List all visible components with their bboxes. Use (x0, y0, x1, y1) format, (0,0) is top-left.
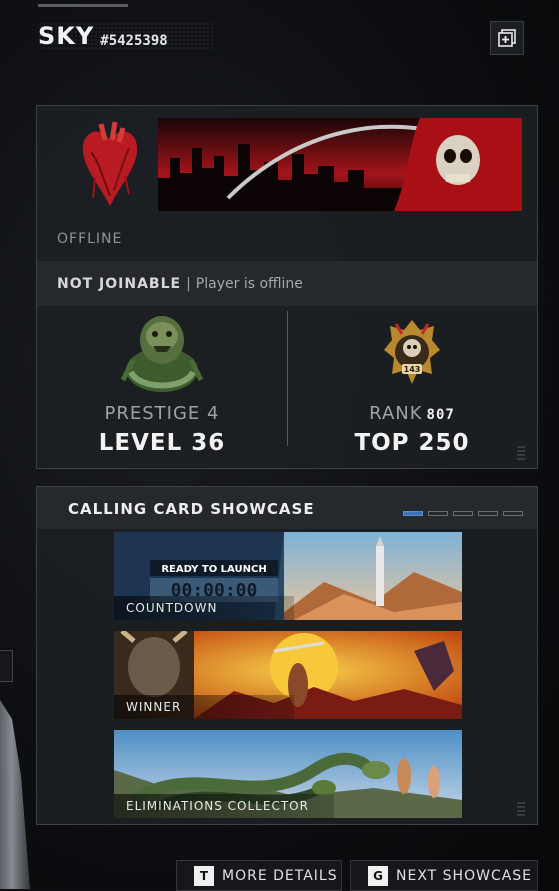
joinable-separator: | (186, 275, 191, 292)
card-label: ELIMINATIONS COLLECTOR (126, 799, 309, 813)
calling-card-showcase-panel: CALLING CARD SHOWCASE READY TO LAUNCH 00… (36, 486, 538, 825)
showcase-header: CALLING CARD SHOWCASE (37, 487, 537, 529)
panel-watermark (517, 800, 525, 816)
rank-badge-icon: 143 (384, 320, 440, 384)
calling-card-eliminations-collector[interactable]: ELIMINATIONS COLLECTOR (114, 730, 462, 818)
pager-dot-2[interactable] (428, 511, 448, 516)
calling-card-winner[interactable]: WINNER (114, 631, 462, 719)
heart-emblem-icon (82, 121, 138, 206)
plus-square-icon (498, 29, 516, 47)
panel-watermark (517, 444, 525, 460)
rank-stat: 143 RANK 807 TOP 250 (287, 306, 537, 466)
card-label: COUNTDOWN (126, 601, 218, 615)
active-tab-indicator (38, 4, 128, 7)
pager-dot-1[interactable] (403, 511, 423, 516)
pager-dot-3[interactable] (453, 511, 473, 516)
prestige-stat: PRESTIGE 4 LEVEL 36 (37, 306, 287, 466)
joinable-detail: Player is offline (195, 275, 303, 292)
next-showcase-button[interactable]: G NEXT SHOWCASE (350, 860, 538, 891)
operator-figure-edge (0, 700, 30, 889)
joinable-label: NOT JOINABLE (57, 275, 182, 292)
joinable-status-bar: NOT JOINABLE | Player is offline (37, 261, 537, 306)
prestige-label: PRESTIGE 4 (104, 403, 220, 424)
showcase-title: CALLING CARD SHOWCASE (68, 500, 315, 518)
player-profile-panel: OFFLINE NOT JOINABLE | Player is offline… (36, 105, 538, 469)
player-stats: PRESTIGE 4 LEVEL 36 143 RANK 807 TOP 250 (37, 306, 537, 468)
player-title: SKY #5425398 (38, 22, 214, 50)
key-hint-g: G (368, 865, 388, 886)
rank-number: 807 (426, 407, 455, 423)
pager-dot-5[interactable] (503, 511, 523, 516)
prestige-serpent-icon (120, 316, 204, 392)
more-details-button[interactable]: T MORE DETAILS (176, 860, 342, 891)
add-friend-button[interactable] (490, 21, 524, 55)
next-showcase-label: NEXT SHOWCASE (396, 867, 533, 884)
player-name: SKY (38, 22, 95, 50)
more-details-label: MORE DETAILS (222, 867, 338, 884)
key-hint-t: T (194, 865, 214, 886)
rank-label: RANK (369, 403, 423, 424)
reaper-banner-image (158, 118, 522, 211)
online-status: OFFLINE (57, 231, 123, 247)
rank-line: RANK 807 (287, 403, 537, 424)
level-label: LEVEL 36 (98, 430, 226, 456)
identity-area: OFFLINE (37, 106, 537, 261)
showcase-pager (403, 511, 523, 516)
top-rank-label: TOP 250 (354, 430, 470, 456)
side-tab-handle[interactable] (0, 650, 13, 682)
rank-badge-number: 143 (404, 365, 421, 374)
countdown-overlay-text: READY TO LAUNCH (161, 564, 266, 575)
pager-dot-4[interactable] (478, 511, 498, 516)
card-label: WINNER (126, 700, 182, 714)
calling-card-countdown[interactable]: READY TO LAUNCH 00:00:00 COUNTDOWN (114, 532, 462, 620)
player-tag: #5425398 (100, 33, 168, 49)
